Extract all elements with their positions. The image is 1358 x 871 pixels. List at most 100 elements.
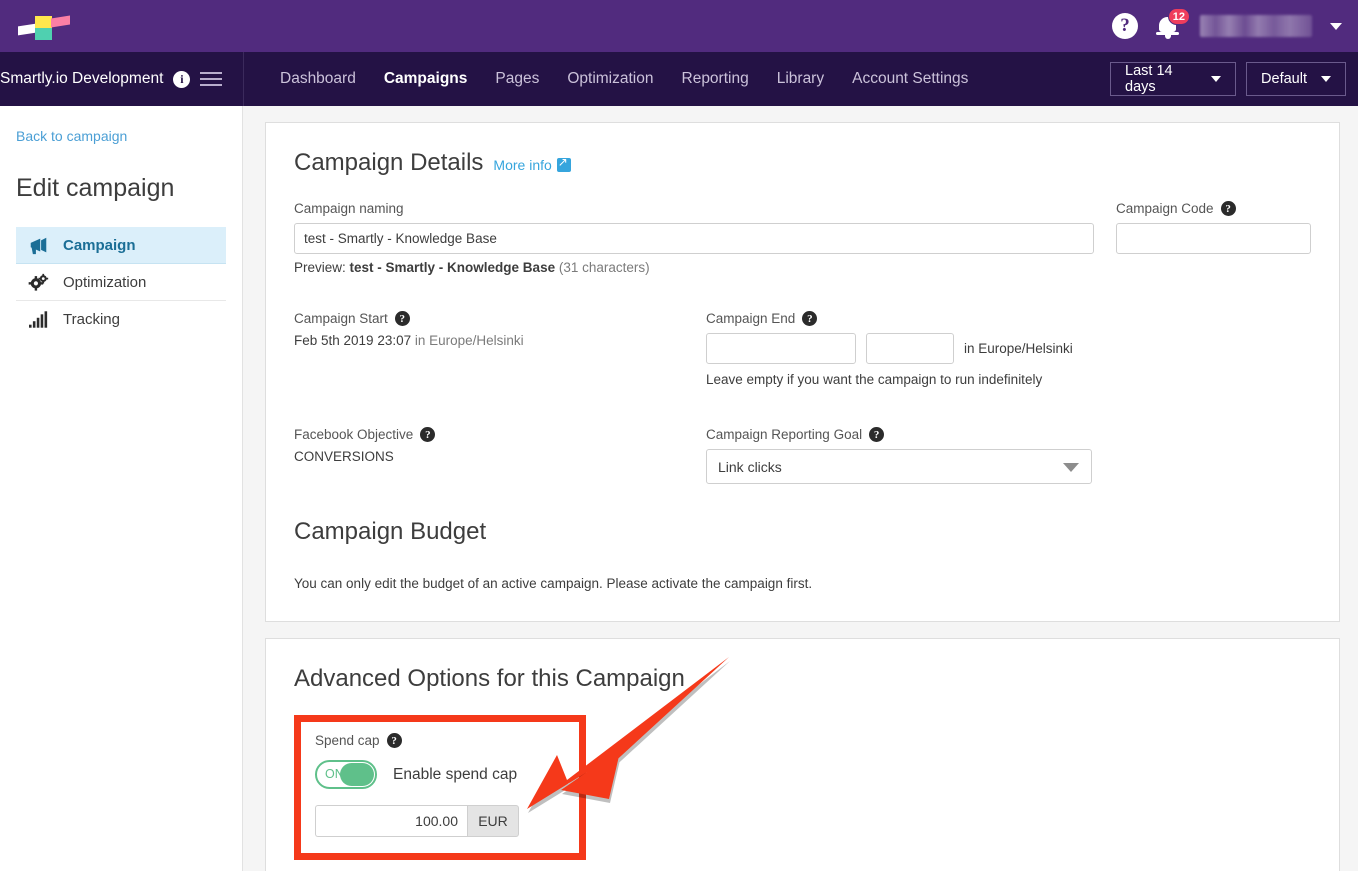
reporting-goal-field-label: Campaign Reporting Goal ? (706, 427, 1311, 442)
reporting-goal-help-icon[interactable]: ? (869, 427, 885, 442)
reporting-goal-select-wrap: Link clicks (706, 449, 1092, 484)
campaign-end-help-icon[interactable]: ? (802, 311, 818, 326)
sidebar-nav: Campaign Optimization Tracking (16, 227, 226, 338)
main-nav-bar: Smartly.io Development i Dashboard Campa… (0, 52, 1358, 106)
campaign-end-timezone: in Europe/Helsinki (964, 341, 1073, 356)
sidebar-item-campaign[interactable]: Campaign (16, 227, 226, 264)
logo-wing-left (18, 23, 36, 36)
user-name-redacted[interactable] (1200, 15, 1312, 37)
main-content: Campaign Details More info Campaign nami… (243, 106, 1358, 871)
notifications-bell-icon[interactable]: 12 (1156, 8, 1190, 40)
campaign-budget-note: You can only edit the budget of an activ… (294, 576, 813, 591)
top-bar-actions: ? 12 (1112, 8, 1358, 40)
campaign-details-title: Campaign Details (294, 149, 484, 176)
spend-cap-help-icon[interactable]: ? (386, 733, 402, 748)
spend-cap-amount-row: EUR (315, 805, 565, 837)
reporting-goal-chevron-down-icon (1063, 463, 1079, 472)
campaign-naming-input[interactable] (294, 223, 1094, 254)
advanced-options-heading: Advanced Options for this Campaign (294, 665, 685, 692)
help-icon[interactable]: ? (1112, 13, 1138, 39)
more-info-label: More info (493, 157, 552, 173)
campaign-details-heading: Campaign Details More info (294, 149, 1311, 177)
nav-item-library[interactable]: Library (763, 70, 838, 88)
campaign-end-inputs: in Europe/Helsinki (706, 333, 1311, 364)
app-root: ? 12 Smartly.io Development i Dashboard … (0, 0, 1358, 871)
campaign-start-label: Campaign Start (294, 311, 388, 326)
campaign-start-timezone: in Europe/Helsinki (414, 333, 524, 348)
sidebar-item-tracking[interactable]: Tracking (16, 301, 226, 338)
toggle-knob (340, 763, 374, 786)
campaign-code-help-icon[interactable]: ? (1220, 201, 1236, 216)
spend-cap-field-label: Spend cap ? (315, 733, 565, 748)
preview-value: test - Smartly - Knowledge Base (349, 260, 556, 275)
nav-item-account-settings[interactable]: Account Settings (838, 70, 982, 88)
campaign-start-field-label: Campaign Start ? (294, 311, 706, 326)
campaign-details-card: Campaign Details More info Campaign nami… (265, 122, 1340, 622)
facebook-objective-help-icon[interactable]: ? (420, 427, 436, 442)
campaign-naming-preview: Preview: test - Smartly - Knowledge Base… (294, 260, 1094, 275)
bar-chart-icon (28, 310, 49, 329)
top-bar: ? 12 (0, 0, 1358, 52)
nav-item-reporting[interactable]: Reporting (668, 70, 763, 88)
facebook-objective-value: CONVERSIONS (294, 449, 394, 464)
campaign-end-hint: Leave empty if you want the campaign to … (706, 372, 1043, 387)
reporting-goal-group: Campaign Reporting Goal ? Link clicks (706, 427, 1311, 484)
campaign-start-group: Campaign Start ? Feb 5th 2019 23:07 in E… (294, 311, 706, 387)
campaign-budget-heading: Campaign Budget (294, 518, 487, 545)
campaign-end-time-input[interactable] (866, 333, 954, 364)
back-to-campaign-link[interactable]: Back to campaign (16, 128, 127, 144)
bell-clapper (1165, 34, 1171, 39)
more-info-link[interactable]: More info (493, 155, 571, 173)
advanced-options-card: Advanced Options for this Campaign Spend… (265, 638, 1340, 871)
view-preset-chevron-down-icon (1321, 76, 1331, 82)
enable-spend-cap-toggle[interactable]: ON (315, 760, 377, 789)
nav-item-dashboard[interactable]: Dashboard (266, 70, 370, 88)
account-zone: Smartly.io Development i (0, 52, 243, 106)
user-menu-chevron-down-icon[interactable] (1330, 22, 1342, 30)
campaign-code-field-label: Campaign Code ? (1116, 201, 1311, 216)
external-link-icon (556, 155, 571, 172)
logo-wing-right (51, 15, 70, 28)
spend-cap-highlight-box: Spend cap ? ON Enable spend cap EUR (294, 715, 586, 860)
campaign-end-group: Campaign End ? in Europe/Helsinki Leave … (706, 311, 1311, 387)
nav-item-campaigns[interactable]: Campaigns (370, 70, 482, 88)
nav-item-pages[interactable]: Pages (481, 70, 553, 88)
campaign-naming-label: Campaign naming (294, 201, 404, 216)
smartly-logo[interactable] (18, 11, 70, 41)
hamburger-menu-icon[interactable] (200, 68, 223, 90)
reporting-goal-label: Campaign Reporting Goal (706, 427, 863, 442)
spend-cap-label: Spend cap (315, 733, 380, 748)
spend-cap-currency-addon: EUR (467, 805, 519, 837)
date-range-label: Last 14 days (1125, 63, 1173, 95)
facebook-objective-field-label: Facebook Objective ? (294, 427, 706, 442)
preview-prefix: Preview: (294, 260, 346, 275)
sidebar-item-label: Tracking (63, 311, 120, 328)
reporting-goal-select[interactable]: Link clicks (706, 449, 1092, 484)
sidebar-item-label: Optimization (63, 273, 147, 291)
date-range-selector[interactable]: Last 14 days (1110, 62, 1237, 96)
enable-spend-cap-label: Enable spend cap (393, 765, 518, 783)
campaign-start-value-row: Feb 5th 2019 23:07 in Europe/Helsinki (294, 333, 706, 348)
left-sidebar: Back to campaign Edit campaign Campaign (0, 106, 243, 871)
info-icon[interactable]: i (173, 70, 191, 88)
facebook-objective-group: Facebook Objective ? CONVERSIONS (294, 427, 706, 484)
spend-cap-toggle-row: ON Enable spend cap (315, 760, 565, 789)
page-title: Edit campaign (16, 174, 175, 202)
nav-item-optimization[interactable]: Optimization (553, 70, 667, 88)
campaign-end-date-input[interactable] (706, 333, 856, 364)
nav-right-controls: Last 14 days Default (1110, 62, 1358, 96)
nav-links: Dashboard Campaigns Pages Optimization R… (244, 70, 982, 88)
logo-square-teal (35, 28, 52, 40)
spend-cap-amount-input[interactable] (315, 805, 467, 837)
campaign-code-input[interactable] (1116, 223, 1311, 254)
reporting-goal-value: Link clicks (718, 458, 782, 475)
gears-icon (28, 273, 49, 292)
preview-char-count: (31 characters) (558, 260, 650, 275)
campaign-start-help-icon[interactable]: ? (394, 311, 410, 326)
sidebar-item-optimization[interactable]: Optimization (16, 264, 226, 301)
view-preset-selector[interactable]: Default (1246, 62, 1346, 96)
campaign-end-label: Campaign End (706, 311, 796, 326)
date-range-chevron-down-icon (1211, 76, 1222, 82)
body: Back to campaign Edit campaign Campaign (0, 106, 1358, 871)
notification-count-badge: 12 (1167, 8, 1190, 25)
